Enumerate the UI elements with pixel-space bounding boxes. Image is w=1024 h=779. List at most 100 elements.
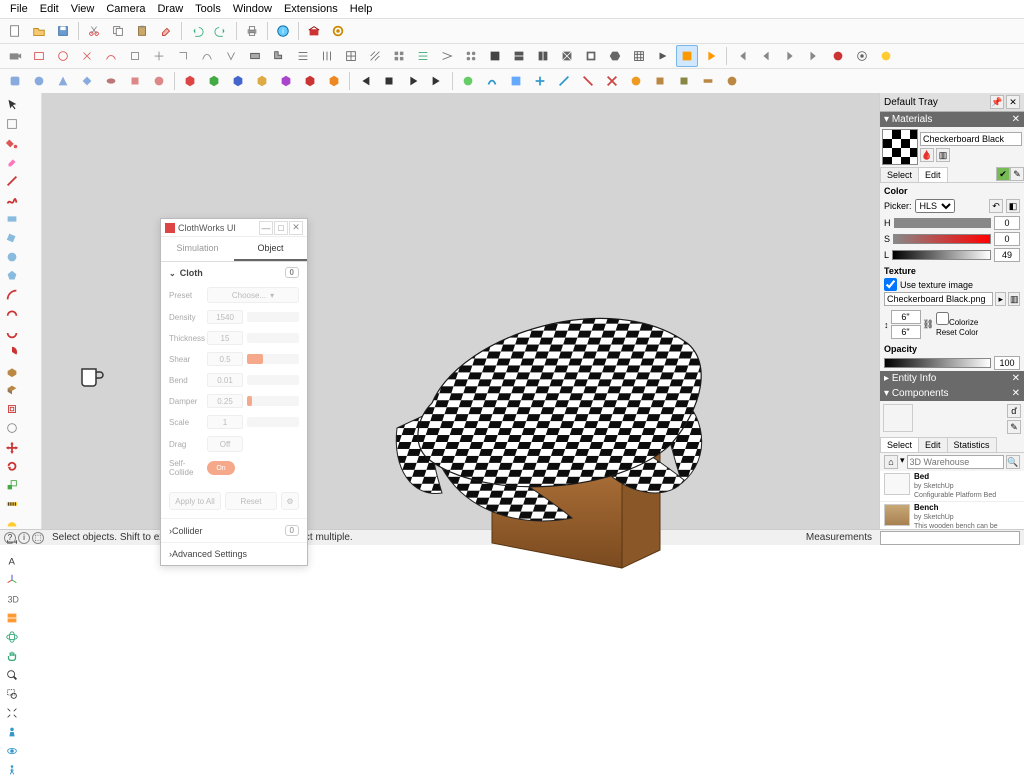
nav-next[interactable] <box>779 45 801 67</box>
thickness-slider[interactable] <box>247 333 299 343</box>
pattern-tool-5[interactable] <box>388 45 410 67</box>
3dtext-tool[interactable]: 3D <box>2 589 21 608</box>
pattern-tool-8[interactable] <box>460 45 482 67</box>
camera-icon[interactable] <box>4 45 26 67</box>
cube-blue[interactable] <box>227 70 249 92</box>
misc-8[interactable] <box>625 70 647 92</box>
2point-arc[interactable] <box>2 304 21 323</box>
rotated-rect-tool[interactable] <box>2 228 21 247</box>
comp-search-input[interactable] <box>907 455 1004 469</box>
misc-9[interactable] <box>649 70 671 92</box>
position-camera[interactable] <box>2 722 21 741</box>
zoom-tool[interactable] <box>2 665 21 684</box>
r3-tool-4[interactable] <box>76 70 98 92</box>
s-slider[interactable] <box>893 234 991 244</box>
ext-tool-5[interactable] <box>124 45 146 67</box>
render-tool-1[interactable] <box>827 45 849 67</box>
material-tab-edit[interactable]: Edit <box>918 167 948 182</box>
ext-tool-1[interactable] <box>28 45 50 67</box>
menu-window[interactable]: Window <box>227 1 278 17</box>
misc-5[interactable] <box>553 70 575 92</box>
tool-print[interactable] <box>241 20 263 42</box>
apply-all-button[interactable]: Apply to All <box>169 492 221 510</box>
browse-texture-button[interactable]: ▸ <box>995 292 1007 306</box>
r3-tool-6[interactable] <box>124 70 146 92</box>
pattern-tool-1[interactable] <box>292 45 314 67</box>
misc-1[interactable] <box>457 70 479 92</box>
freehand-tool[interactable] <box>2 190 21 209</box>
misc-10[interactable] <box>673 70 695 92</box>
opacity-slider[interactable] <box>884 358 991 368</box>
tool-model-info[interactable]: i <box>272 20 294 42</box>
circle-tool[interactable] <box>2 247 21 266</box>
box-tool-7[interactable] <box>628 45 650 67</box>
arc-tool[interactable] <box>2 285 21 304</box>
l-slider[interactable] <box>892 250 991 260</box>
polygon-tool[interactable] <box>2 266 21 285</box>
color-wheel-button[interactable]: ◧ <box>1006 199 1020 213</box>
comp-tab-edit[interactable]: Edit <box>918 437 948 452</box>
shear-input[interactable] <box>207 352 243 366</box>
density-slider[interactable] <box>247 312 299 322</box>
material-sample-icon[interactable]: 🩸 <box>920 148 934 162</box>
component-send-icon[interactable]: ď <box>1007 404 1021 418</box>
tool-open[interactable] <box>28 20 50 42</box>
comp-tab-stats[interactable]: Statistics <box>947 437 997 452</box>
tray-pin[interactable]: 📌 <box>990 95 1004 109</box>
cube-yellow[interactable] <box>251 70 273 92</box>
tool-save[interactable] <box>52 20 74 42</box>
component-replace-icon[interactable]: ✎ <box>1007 420 1021 434</box>
pushpull-tool[interactable] <box>2 361 21 380</box>
offset-tool[interactable] <box>2 399 21 418</box>
play-tool[interactable] <box>700 45 722 67</box>
tray-titlebar[interactable]: Default Tray 📌 ✕ <box>880 93 1024 112</box>
scale-slider[interactable] <box>247 417 299 427</box>
sim-stop[interactable] <box>378 70 400 92</box>
render-tool-2[interactable] <box>851 45 873 67</box>
damper-slider[interactable] <box>247 396 299 406</box>
pattern-tool-4[interactable] <box>364 45 386 67</box>
h-input[interactable] <box>994 216 1020 230</box>
selfcollide-toggle[interactable]: On <box>207 461 235 475</box>
box-tool-3[interactable] <box>532 45 554 67</box>
component-list[interactable]: Bedby SketchUpConfigurable Platform Bed … <box>880 471 1024 529</box>
shear-slider[interactable] <box>247 354 299 364</box>
pie-tool[interactable] <box>2 342 21 361</box>
tex-height-input[interactable] <box>891 325 921 339</box>
chain-icon[interactable]: ⛓ <box>923 319 934 330</box>
h-slider[interactable] <box>894 218 992 228</box>
dialog-minimize[interactable]: — <box>259 221 273 235</box>
box-tool-8[interactable] <box>652 45 674 67</box>
outer-shell[interactable] <box>2 418 21 437</box>
pattern-tool-7[interactable] <box>436 45 458 67</box>
material-name-input[interactable] <box>920 132 1022 146</box>
model-viewport[interactable]: ClothWorks UI — □ ✕ Simulation Object ⌄C… <box>42 93 879 529</box>
misc-4[interactable] <box>529 70 551 92</box>
match-color-button[interactable]: ✔ <box>996 167 1010 181</box>
tex-width-input[interactable] <box>891 310 921 324</box>
tray-close[interactable]: ✕ <box>1006 95 1020 109</box>
chevron-down-icon[interactable]: ▾ <box>900 455 905 469</box>
bend-input[interactable] <box>207 373 243 387</box>
tool-ext-warehouse[interactable] <box>303 20 325 42</box>
tape-tool[interactable] <box>2 494 21 513</box>
ext-tool-3[interactable] <box>76 45 98 67</box>
density-input[interactable] <box>207 310 243 324</box>
edit-external-button[interactable]: ✎ <box>1010 167 1024 181</box>
r3-tool-1[interactable] <box>4 70 26 92</box>
nav-last[interactable] <box>803 45 825 67</box>
r3-tool-2[interactable] <box>28 70 50 92</box>
menu-view[interactable]: View <box>65 1 101 17</box>
look-around[interactable] <box>2 741 21 760</box>
bend-slider[interactable] <box>247 375 299 385</box>
section-tool[interactable] <box>2 608 21 627</box>
misc-6[interactable] <box>577 70 599 92</box>
menu-draw[interactable]: Draw <box>151 1 189 17</box>
box-tool-1[interactable] <box>484 45 506 67</box>
rotate-tool[interactable] <box>2 456 21 475</box>
rectangle-tool[interactable] <box>2 209 21 228</box>
followme-tool[interactable] <box>2 380 21 399</box>
collider-section-header[interactable]: ›Collider 0 <box>161 518 307 542</box>
sim-play[interactable] <box>402 70 424 92</box>
3point-arc[interactable] <box>2 323 21 342</box>
